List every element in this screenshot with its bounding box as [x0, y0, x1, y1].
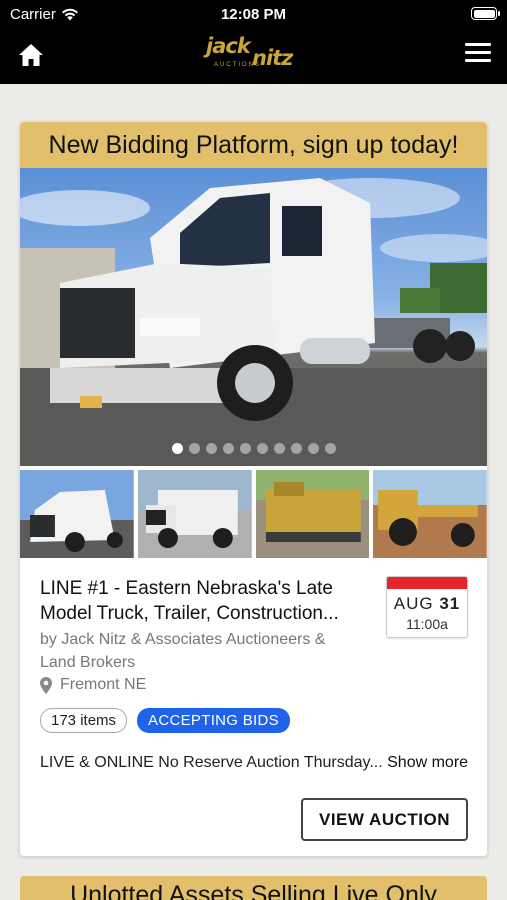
auction-title[interactable]: LINE #1 - Eastern Nebraska's Late Model …: [40, 576, 360, 626]
status-badge: ACCEPTING BIDS: [137, 708, 290, 733]
carousel-dot[interactable]: [222, 443, 234, 454]
auction-card: New Bidding Platform, sign up today! LIN…: [20, 122, 487, 856]
logo-text-top: jack: [206, 34, 251, 58]
date-month-day: AUG 31: [387, 594, 467, 614]
truck-photo: [20, 178, 487, 466]
show-more-link[interactable]: Show more: [387, 754, 468, 771]
date-day: 31: [439, 594, 461, 613]
location-pin-icon: [40, 676, 52, 694]
status-time: 12:08 PM: [220, 6, 287, 23]
date-accent-bar: [387, 577, 467, 589]
carousel-dot[interactable]: [273, 443, 285, 454]
hamburger-menu-icon[interactable]: [465, 43, 491, 65]
thumbnail-grader[interactable]: [373, 470, 487, 558]
location-text: Fremont NE: [60, 676, 147, 693]
view-auction-button[interactable]: VIEW AUCTION: [301, 798, 468, 841]
nav-bar: jack nitz AUCTIONS: [0, 30, 507, 80]
carousel-dot[interactable]: [324, 443, 336, 454]
date-time: 11:00a: [406, 616, 448, 632]
description-text: LIVE & ONLINE No Reserve Auction Thursda…: [40, 754, 383, 771]
status-bar: Carrier 12:08 PM: [0, 0, 507, 28]
carousel-dots: [20, 443, 487, 454]
carousel-dot[interactable]: [205, 443, 217, 454]
thumbnail-truck[interactable]: [20, 470, 134, 558]
hero-image-carousel[interactable]: [20, 168, 487, 466]
carousel-dot[interactable]: [188, 443, 200, 454]
carousel-dot[interactable]: [171, 443, 183, 454]
thumbnail-paver[interactable]: [255, 470, 370, 558]
carousel-dot[interactable]: [290, 443, 302, 454]
battery-icon: [471, 7, 500, 20]
thumbnail-strip: [20, 466, 487, 558]
next-auction-card-banner[interactable]: Unlotted Assets Selling Live Only: [20, 876, 487, 900]
logo-subtext: AUCTIONS: [214, 62, 262, 68]
carousel-dot[interactable]: [307, 443, 319, 454]
carousel-dot[interactable]: [256, 443, 268, 454]
jack-nitz-logo[interactable]: jack nitz AUCTIONS: [206, 34, 302, 74]
carousel-dot[interactable]: [239, 443, 251, 454]
thumbnail-service-truck[interactable]: [137, 470, 252, 558]
auction-description: LIVE & ONLINE No Reserve Auction Thursda…: [40, 754, 468, 772]
app-header: Carrier 12:08 PM jack nitz AUCTIONS: [0, 0, 507, 84]
auctioneer-byline: by Jack Nitz & Associates Auctioneers & …: [40, 631, 326, 671]
home-icon[interactable]: [16, 40, 46, 70]
item-count-badge: 173 items: [40, 708, 128, 733]
date-month: AUG: [393, 594, 434, 613]
auction-date-badge: AUG 31 11:00a: [386, 576, 468, 638]
card-banner: New Bidding Platform, sign up today!: [20, 122, 487, 168]
badge-row: 173 items ACCEPTING BIDS: [40, 708, 290, 733]
auction-location: Fremont NE: [40, 676, 146, 694]
